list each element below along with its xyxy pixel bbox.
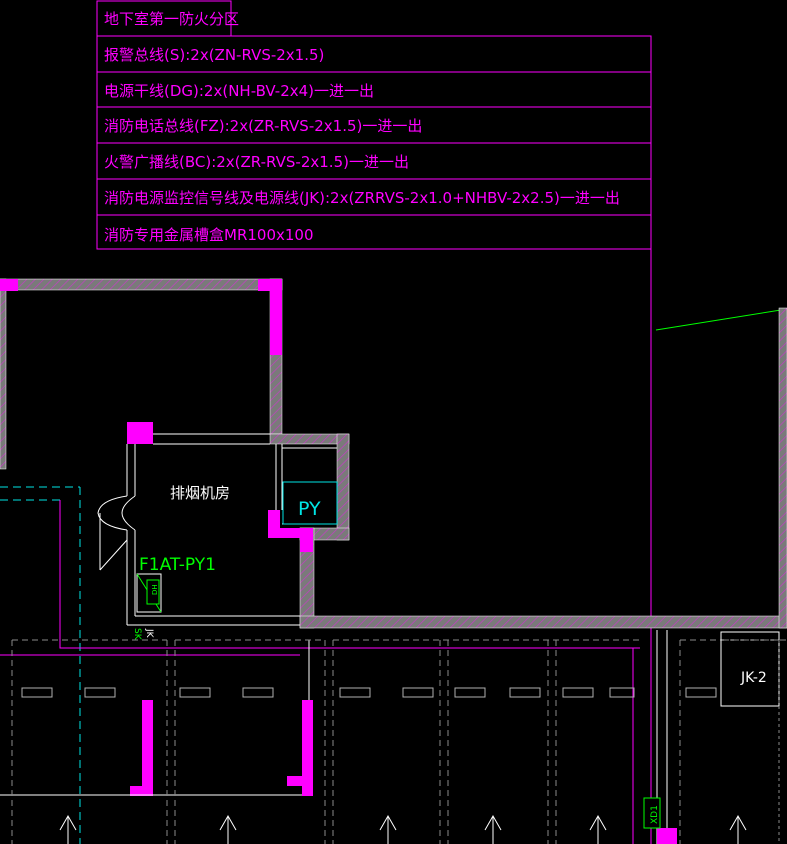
- legend-row-phone-bus: 消防电话总线(FZ):2x(ZR-RVS-2x1.5)一进一出: [104, 117, 422, 135]
- jk2-box: JK-2: [720, 631, 780, 844]
- parking-bays: [11, 639, 787, 844]
- jk2-label: JK-2: [740, 670, 767, 686]
- legend-row-power-trunk: 电源干线(DG):2x(NH-BV-2x4)一进一出: [104, 82, 374, 100]
- legend-row-power-monitor: 消防电源监控信号线及电源线(JK):2x(ZRRVS-2x1.0+NHBV-2x…: [104, 189, 620, 207]
- wheel-stops: [21, 687, 717, 698]
- panel-symbol: DH: [136, 573, 162, 613]
- panel-label: F1AT-PY1: [139, 555, 216, 575]
- room-label: 排烟机房: [170, 484, 230, 502]
- direction-arrows: [59, 814, 747, 844]
- green-leader-line: [655, 308, 787, 331]
- jk-tag: JK: [144, 628, 154, 639]
- py-shaft-label: PY: [298, 498, 321, 520]
- columns: [0, 279, 677, 844]
- legend-row-cable-tray: 消防专用金属槽盒MR100x100: [104, 226, 314, 244]
- legend-row-broadcast: 火警广播线(BC):2x(ZR-RVS-2x1.5)一进一出: [104, 153, 409, 171]
- legend-table: 地下室第一防火分区 报警总线(S):2x(ZN-RVS-2x1.5) 电源干线(…: [96, 0, 652, 250]
- cad-drawing-canvas: 地下室第一防火分区 报警总线(S):2x(ZN-RVS-2x1.5) 电源干线(…: [0, 0, 787, 844]
- sk-tag: SK: [132, 628, 142, 641]
- xd1-tag: XD1: [643, 797, 661, 829]
- walls: [0, 278, 787, 629]
- xd1-label: XD1: [650, 805, 660, 824]
- legend-title: 地下室第一防火分区: [104, 10, 239, 28]
- legend-row-alarm-bus: 报警总线(S):2x(ZN-RVS-2x1.5): [104, 46, 324, 64]
- magenta-routes: [0, 500, 640, 844]
- meter-tag: DH: [151, 584, 159, 595]
